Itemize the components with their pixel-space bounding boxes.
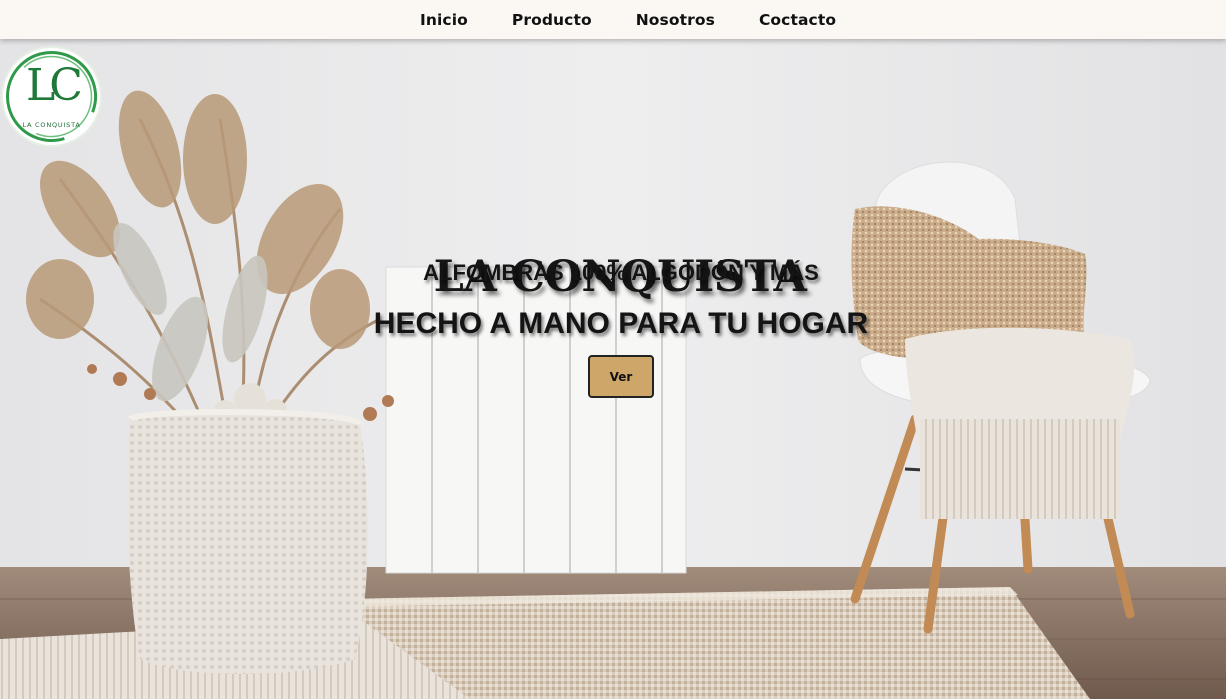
nav-links: Inicio Producto Nosotros Coctacto [398, 0, 858, 39]
nav-link-contacto[interactable]: Coctacto [759, 11, 836, 29]
nav-link-inicio[interactable]: Inicio [420, 11, 468, 29]
logo-brand-text: LA CONQUISTA [22, 121, 81, 129]
nav-link-producto[interactable]: Producto [512, 11, 592, 29]
page: Inicio Producto Nosotros Coctacto LA CON… [0, 0, 1226, 699]
top-navigation: Inicio Producto Nosotros Coctacto [0, 0, 1226, 39]
nav-link-nosotros[interactable]: Nosotros [636, 11, 715, 29]
hero-subtitle: ALFOMBRAS 100% ALGODÓN Y MÁS [423, 260, 819, 285]
hero-tagline: HECHO A MANO PARA TU HOGAR [373, 307, 869, 340]
brand-logo[interactable]: LC LA CONQUISTA [1, 46, 102, 147]
ver-button[interactable]: Ver [588, 355, 654, 398]
logo-monogram: LC [26, 60, 83, 111]
